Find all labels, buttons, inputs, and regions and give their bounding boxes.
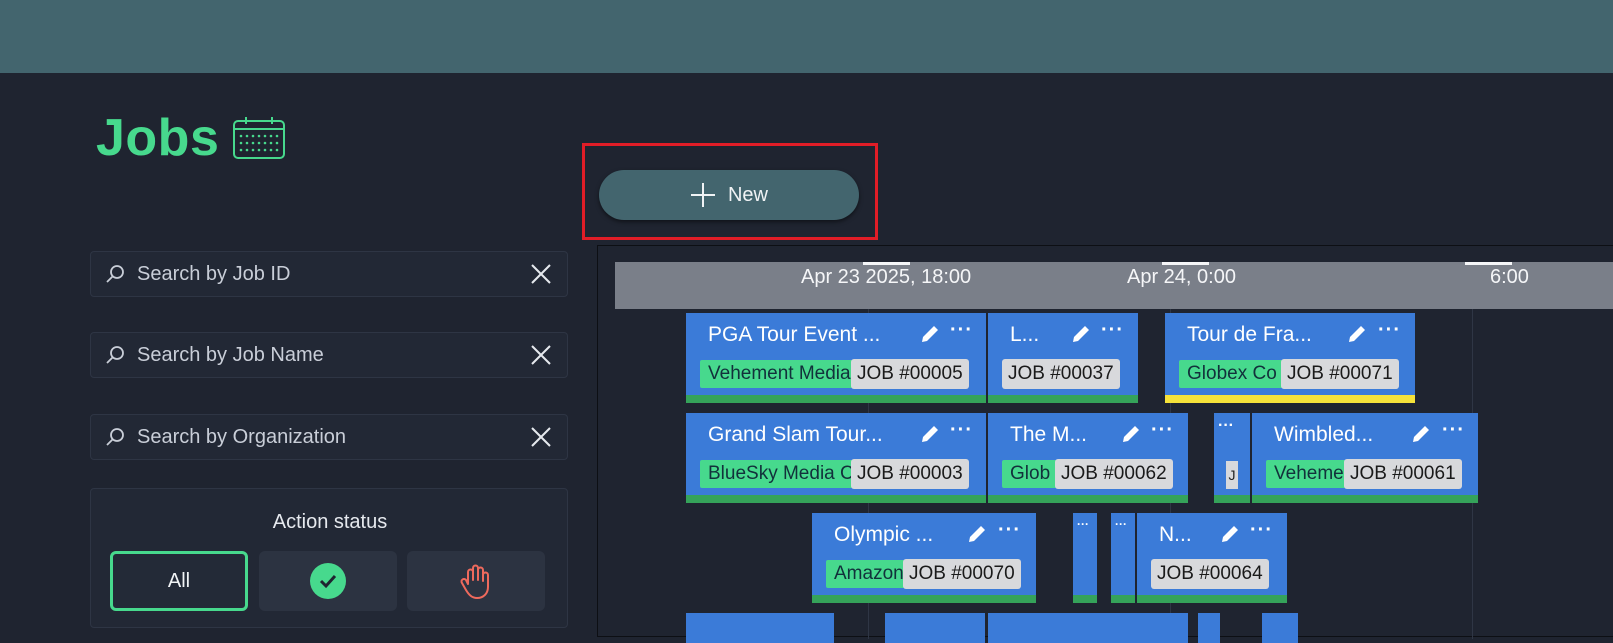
more-icon[interactable]: ··· bbox=[1378, 319, 1401, 342]
edit-icon[interactable] bbox=[1346, 323, 1368, 345]
job-card[interactable]: N... ··· JOB #00064 bbox=[1137, 513, 1287, 603]
clear-icon[interactable] bbox=[527, 260, 555, 288]
job-id: JOB #00071 bbox=[1281, 359, 1399, 389]
more-icon[interactable]: ··· bbox=[1077, 517, 1089, 531]
job-id: JOB #00062 bbox=[1055, 459, 1173, 489]
highlight-box bbox=[582, 143, 878, 240]
job-card-collapsed[interactable]: ··· bbox=[1111, 513, 1135, 603]
tick-label: Apr 23 2025, 18:00 bbox=[801, 266, 972, 288]
job-name: L... bbox=[1010, 323, 1040, 346]
job-id: JOB #00061 bbox=[1344, 459, 1462, 489]
org-tag: Veheme bbox=[1266, 460, 1352, 488]
job-name: PGA Tour Event ... bbox=[708, 323, 881, 346]
job-id: J bbox=[1226, 461, 1238, 489]
org-tag: BlueSky Media C bbox=[700, 460, 862, 488]
jobs-timeline[interactable]: Apr 23 2025, 18:00 Apr 24, 0:00 6:00 PGA… bbox=[597, 245, 1613, 643]
job-card-partial[interactable] bbox=[686, 613, 834, 643]
job-id: JOB #00003 bbox=[851, 459, 969, 489]
job-name: Tour de Fra... bbox=[1187, 323, 1312, 346]
more-icon[interactable]: ··· bbox=[1218, 417, 1234, 435]
status-all-button[interactable]: All bbox=[110, 551, 248, 611]
job-card[interactable]: Wimbled... ··· Veheme JOB #00061 bbox=[1252, 413, 1478, 503]
edit-icon[interactable] bbox=[919, 423, 941, 445]
check-circle-icon bbox=[310, 563, 346, 599]
edit-icon[interactable] bbox=[919, 323, 941, 345]
job-name: Grand Slam Tour... bbox=[708, 423, 883, 446]
org-tag: Globex Co bbox=[1179, 360, 1285, 388]
job-card[interactable]: The M... ··· Glob JOB #00062 bbox=[988, 413, 1188, 503]
organization-search bbox=[90, 414, 568, 460]
clear-icon[interactable] bbox=[527, 341, 555, 369]
calendar-icon bbox=[233, 117, 285, 159]
job-name: Wimbled... bbox=[1274, 423, 1374, 446]
job-card-collapsed[interactable]: ··· J bbox=[1214, 413, 1250, 503]
job-name: Olympic ... bbox=[834, 523, 934, 546]
job-id: JOB #00005 bbox=[851, 359, 969, 389]
clear-icon[interactable] bbox=[527, 423, 555, 451]
org-tag: Glob bbox=[1002, 460, 1059, 488]
edit-icon[interactable] bbox=[966, 523, 988, 545]
tick-label: 6:00 bbox=[1490, 266, 1529, 288]
edit-icon[interactable] bbox=[1070, 323, 1092, 345]
job-card[interactable]: L... ··· JOB #00037 bbox=[988, 313, 1138, 403]
page-title: Jobs bbox=[96, 109, 220, 167]
more-icon[interactable]: ··· bbox=[1250, 519, 1273, 542]
search-icon bbox=[106, 265, 124, 283]
job-name-input[interactable] bbox=[135, 342, 527, 368]
more-icon[interactable]: ··· bbox=[1115, 517, 1127, 531]
status-blocked-button[interactable] bbox=[407, 551, 545, 611]
job-card-partial[interactable] bbox=[1198, 613, 1220, 643]
job-card[interactable]: Grand Slam Tour... ··· BlueSky Media C J… bbox=[686, 413, 986, 503]
job-id: JOB #00070 bbox=[903, 559, 1021, 589]
job-id-search bbox=[90, 251, 568, 297]
search-icon bbox=[106, 346, 124, 364]
more-icon[interactable]: ··· bbox=[998, 519, 1021, 542]
top-bar bbox=[0, 0, 1613, 73]
job-card-partial[interactable] bbox=[885, 613, 985, 643]
action-status-title: Action status bbox=[272, 511, 388, 533]
more-icon[interactable]: ··· bbox=[1151, 419, 1174, 442]
job-card[interactable]: Olympic ... ··· Amazon JOB #00070 bbox=[812, 513, 1036, 603]
job-name: N... bbox=[1159, 523, 1192, 546]
org-tag: Vehement Media bbox=[700, 360, 859, 388]
org-tag: Amazon bbox=[826, 560, 912, 588]
tick-label: Apr 24, 0:00 bbox=[1127, 266, 1236, 288]
edit-icon[interactable] bbox=[1120, 423, 1142, 445]
job-card-collapsed[interactable]: ··· bbox=[1073, 513, 1097, 603]
more-icon[interactable]: ··· bbox=[1101, 319, 1124, 342]
timeline-axis: Apr 23 2025, 18:00 Apr 24, 0:00 6:00 bbox=[615, 262, 1613, 309]
organization-input[interactable] bbox=[135, 424, 527, 450]
status-done-button[interactable] bbox=[259, 551, 397, 611]
more-icon[interactable]: ··· bbox=[1442, 419, 1465, 442]
action-status-panel: Action status All bbox=[90, 488, 568, 628]
more-icon[interactable]: ··· bbox=[950, 319, 973, 342]
status-all-label: All bbox=[167, 569, 191, 592]
more-icon[interactable]: ··· bbox=[950, 419, 973, 442]
job-id: JOB #00064 bbox=[1151, 559, 1269, 589]
hand-stop-icon bbox=[460, 564, 489, 599]
job-name: The M... bbox=[1010, 423, 1088, 446]
job-id: JOB #00037 bbox=[1002, 359, 1120, 389]
job-card-partial[interactable] bbox=[1262, 613, 1298, 643]
job-card[interactable]: PGA Tour Event ... ··· Vehement Media JO… bbox=[686, 313, 986, 403]
job-card[interactable]: Tour de Fra... ··· Globex Co JOB #00071 bbox=[1165, 313, 1415, 403]
edit-icon[interactable] bbox=[1410, 423, 1432, 445]
job-card-partial[interactable] bbox=[988, 613, 1188, 643]
edit-icon[interactable] bbox=[1219, 523, 1241, 545]
search-icon bbox=[106, 428, 124, 446]
job-name-search bbox=[90, 332, 568, 378]
job-id-input[interactable] bbox=[135, 261, 527, 287]
